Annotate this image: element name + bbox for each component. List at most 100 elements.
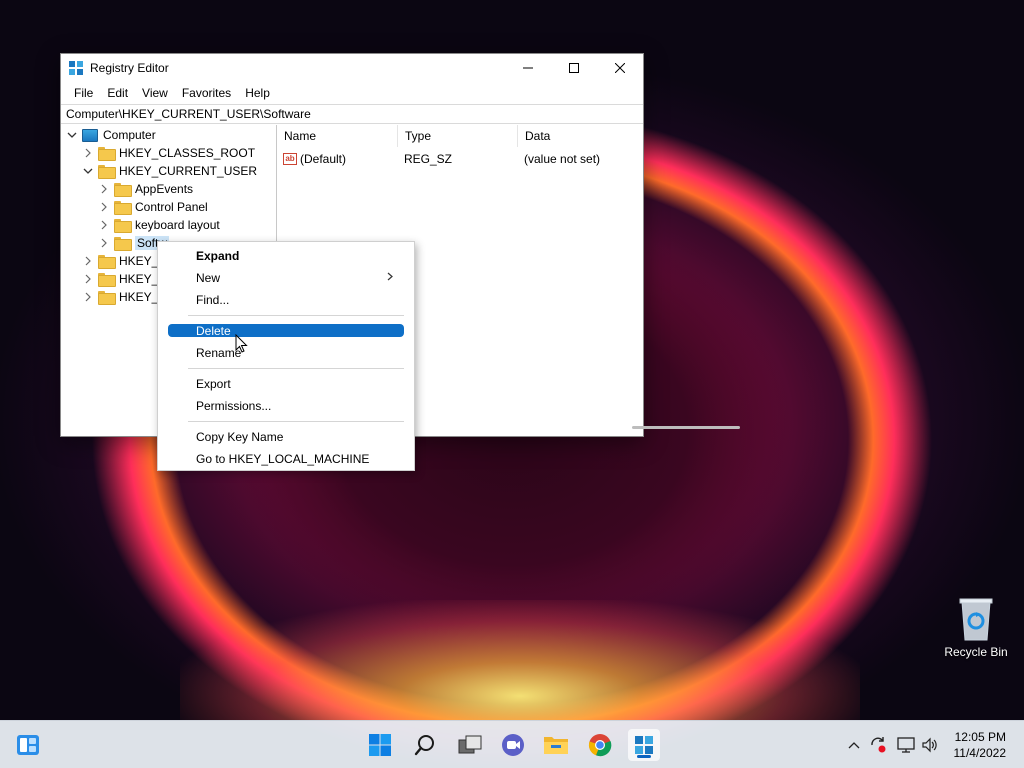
context-menu[interactable]: Expand New Find... Delete Rename Export … xyxy=(157,241,415,471)
menu-item-label: Expand xyxy=(196,248,240,263)
context-menu-find[interactable]: Find... xyxy=(168,292,404,307)
menu-edit[interactable]: Edit xyxy=(100,86,135,100)
chevron-right-icon[interactable] xyxy=(81,272,95,286)
context-menu-copy-key-name[interactable]: Copy Key Name xyxy=(168,429,404,444)
chevron-down-icon[interactable] xyxy=(81,164,95,178)
value-data: (value not set) xyxy=(524,152,601,166)
clock[interactable]: 12:05 PM 11/4/2022 xyxy=(954,729,1007,761)
menu-separator xyxy=(188,368,404,369)
context-menu-permissions[interactable]: Permissions... xyxy=(168,399,404,413)
horizontal-scrollbar[interactable] xyxy=(632,426,740,429)
context-menu-goto-hklm[interactable]: Go to HKEY_LOCAL_MACHINE xyxy=(168,451,404,466)
update-tray-button[interactable] xyxy=(868,735,888,755)
value-name-cell: ab (Default) xyxy=(277,152,398,166)
file-explorer-icon xyxy=(544,737,568,754)
network-tray-button[interactable] xyxy=(896,735,916,755)
address-path: Computer\HKEY_CURRENT_USER\Software xyxy=(66,107,311,121)
menu-item-label: Copy Key Name xyxy=(196,429,284,444)
sync-icon xyxy=(871,737,886,753)
menu-separator xyxy=(188,421,404,422)
registry-editor-icon xyxy=(635,736,653,754)
chrome-button[interactable] xyxy=(584,729,616,761)
window-title: Registry Editor xyxy=(90,61,169,75)
chat-icon xyxy=(502,734,524,756)
active-app-indicator xyxy=(637,755,651,758)
tree-item-appevents[interactable]: AppEvents xyxy=(97,180,193,198)
menu-bar: File Edit View Favorites Help xyxy=(61,82,643,104)
show-hidden-icons-button[interactable] xyxy=(844,735,864,755)
chevron-right-icon xyxy=(386,272,394,284)
chat-button[interactable] xyxy=(497,729,529,761)
volume-tray-button[interactable] xyxy=(920,735,940,755)
title-bar[interactable]: Registry Editor xyxy=(61,54,643,82)
value-name: (Default) xyxy=(300,152,347,166)
column-header-type[interactable]: Type xyxy=(398,125,518,147)
widgets-icon xyxy=(17,735,39,755)
registry-editor-icon xyxy=(68,60,84,76)
list-item[interactable]: ab (Default) REG_SZ (value not set) xyxy=(277,149,643,169)
close-icon xyxy=(615,63,625,73)
task-view-icon xyxy=(458,735,482,754)
context-menu-expand[interactable]: Expand xyxy=(168,248,404,263)
tree-item-keyboard-layout[interactable]: keyboard layout xyxy=(97,216,220,234)
recycle-bin-icon xyxy=(959,598,993,641)
tree-item-hkey-classes-root[interactable]: HKEY_CLASSES_ROOT xyxy=(81,144,255,162)
clock-date: 11/4/2022 xyxy=(953,746,1007,760)
tree-item-computer[interactable]: Computer xyxy=(65,126,156,144)
chevron-down-icon[interactable] xyxy=(65,128,79,142)
search-button[interactable] xyxy=(409,729,441,761)
close-button[interactable] xyxy=(597,54,643,82)
tree-item-hkey-current-user[interactable]: HKEY_CURRENT_USER xyxy=(81,162,257,180)
maximize-icon xyxy=(569,63,579,73)
address-bar[interactable]: Computer\HKEY_CURRENT_USER\Software xyxy=(61,104,643,124)
context-menu-rename[interactable]: Rename xyxy=(168,346,404,360)
tree-item-hkey-local-machine[interactable]: HKEY_L xyxy=(81,252,165,270)
chevron-right-icon[interactable] xyxy=(97,236,111,250)
menu-help[interactable]: Help xyxy=(238,86,277,100)
file-explorer-button[interactable] xyxy=(540,729,572,761)
chevron-right-icon[interactable] xyxy=(81,146,95,160)
maximize-button[interactable] xyxy=(551,54,597,82)
recycle-bin-desktop-icon[interactable]: Recycle Bin xyxy=(940,596,1012,659)
tree-item-label: keyboard layout xyxy=(135,218,220,232)
tree-item-label: Computer xyxy=(103,128,156,142)
tree-item-hkey-users[interactable]: HKEY_U xyxy=(81,270,167,288)
network-icon xyxy=(897,737,915,753)
context-menu-delete[interactable]: Delete xyxy=(168,324,404,338)
speaker-icon xyxy=(922,737,937,753)
computer-icon xyxy=(82,128,98,142)
menu-item-label: Find... xyxy=(196,292,230,307)
string-value-icon: ab xyxy=(283,153,297,165)
clock-time: 12:05 PM xyxy=(954,730,1006,744)
context-menu-new[interactable]: New xyxy=(168,271,404,285)
chrome-icon xyxy=(588,734,612,757)
menu-view[interactable]: View xyxy=(135,86,175,100)
column-header-name[interactable]: Name xyxy=(277,125,398,147)
chevron-up-icon xyxy=(848,742,860,749)
registry-editor-taskbar-button[interactable] xyxy=(628,729,660,761)
context-menu-export[interactable]: Export xyxy=(168,376,404,391)
mouse-cursor-icon xyxy=(235,334,248,353)
chevron-right-icon[interactable] xyxy=(97,182,111,196)
start-button[interactable] xyxy=(364,729,396,761)
menu-item-label: Export xyxy=(196,376,231,391)
chevron-right-icon[interactable] xyxy=(97,200,111,214)
wallpaper-glow xyxy=(180,600,860,720)
chevron-right-icon[interactable] xyxy=(81,290,95,304)
column-header-data[interactable]: Data xyxy=(518,125,638,147)
folder-open-icon xyxy=(98,165,116,179)
tree-item-label: HKEY_CURRENT_USER xyxy=(119,164,258,178)
chevron-right-icon[interactable] xyxy=(81,254,95,268)
task-view-button[interactable] xyxy=(454,729,486,761)
recycle-bin-label: Recycle Bin xyxy=(944,645,1008,659)
value-type: REG_SZ xyxy=(404,152,453,166)
widgets-button[interactable] xyxy=(12,729,44,761)
minimize-button[interactable] xyxy=(505,54,551,82)
menu-file[interactable]: File xyxy=(67,86,100,100)
tree-item-hkey-current-config[interactable]: HKEY_C xyxy=(81,288,167,306)
menu-item-label: Go to HKEY_LOCAL_MACHINE xyxy=(196,451,370,466)
windows-start-icon xyxy=(369,734,391,756)
tree-item-control-panel[interactable]: Control Panel xyxy=(97,198,208,216)
chevron-right-icon[interactable] xyxy=(97,218,111,232)
menu-favorites[interactable]: Favorites xyxy=(175,86,238,100)
